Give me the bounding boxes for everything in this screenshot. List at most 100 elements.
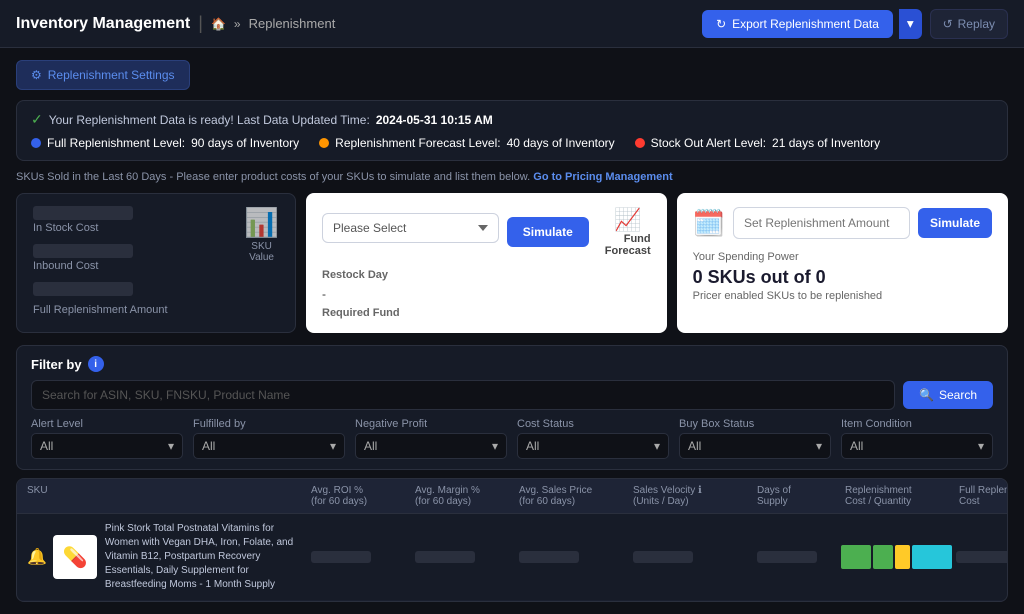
sku-value-label: SKUValue xyxy=(249,241,274,263)
sku-notice-text: SKUs Sold in the Last 60 Days - Please e… xyxy=(16,171,530,183)
negative-profit-select[interactable]: All▾ xyxy=(355,433,507,459)
bar-seg-1 xyxy=(841,545,871,569)
ready-text: Your Replenishment Data is ready! Last D… xyxy=(49,113,370,127)
full-rep-blurred xyxy=(33,282,133,296)
sales-velocity-value xyxy=(633,551,753,563)
replenishment-settings-button[interactable]: ⚙ Replenishment Settings xyxy=(16,60,190,90)
replay-icon: ↺ xyxy=(943,17,953,31)
product-image: 💊 xyxy=(53,535,97,579)
sku-value-badge: 📊 SKUValue xyxy=(244,206,279,263)
days-supply-value xyxy=(757,551,837,563)
stock-out-label: Stock Out Alert Level: xyxy=(651,136,766,150)
bell-icon: 🔔 xyxy=(27,547,47,567)
in-stock-cost-label: In Stock Cost xyxy=(33,222,279,234)
col-sales-velocity: Sales Velocity ℹ(Units / Day) xyxy=(633,485,753,507)
forecast-simulate-button[interactable]: Simulate xyxy=(507,217,589,247)
header-right: ↻ Export Replenishment Data ▾ ↺ Replay xyxy=(702,9,1008,39)
header: Inventory Management | 🏠 » Replenishment… xyxy=(0,0,1024,48)
data-ready-message: ✓ Your Replenishment Data is ready! Last… xyxy=(31,111,993,128)
refresh-icon: ↻ xyxy=(716,17,726,31)
fund-forecast-badge: 📈 FundForecast xyxy=(605,207,651,257)
bar-chart xyxy=(841,545,952,569)
item-condition-select[interactable]: All▾ xyxy=(841,433,993,459)
product-cell: 🔔 💊 Pink Stork Total Postnatal Vitamins … xyxy=(27,522,307,592)
rep-simulate-button[interactable]: Simulate xyxy=(918,208,992,238)
stock-out-level: Stock Out Alert Level: 21 days of Invent… xyxy=(635,136,880,150)
negative-profit-label: Negative Profit xyxy=(355,418,507,430)
forecast-info: Restock Day - Required Fund xyxy=(322,269,651,319)
replay-button[interactable]: ↺ Replay xyxy=(930,9,1008,39)
forecast-select[interactable]: Please Select xyxy=(322,213,499,243)
restock-day-value: - xyxy=(322,287,483,301)
col-full-rep-cost: Full ReplenishmentCost xyxy=(959,485,1008,507)
col-sku: SKU xyxy=(27,485,307,507)
search-button[interactable]: 🔍 Search xyxy=(903,381,993,409)
forecast-value: 40 days of Inventory xyxy=(507,136,615,150)
buy-box-filter: Buy Box Status All▾ xyxy=(679,418,831,459)
col-rep-cost: ReplenishmentCost / Quantity xyxy=(845,485,955,507)
blue-dot xyxy=(31,138,41,148)
fulfilled-by-filter: Fulfilled by All▾ xyxy=(193,418,345,459)
cost-status-label: Cost Status xyxy=(517,418,669,430)
cards-row: In Stock Cost Inbound Cost Full Replenis… xyxy=(16,193,1008,333)
fund-forecast-label: FundForecast xyxy=(605,233,651,257)
item-condition-filter: Item Condition All▾ xyxy=(841,418,993,459)
spending-power-label: Your Spending Power xyxy=(693,251,992,263)
home-icon[interactable]: 🏠 xyxy=(211,17,226,31)
sku-icon: 📊 xyxy=(244,206,279,239)
item-condition-label: Item Condition xyxy=(841,418,993,430)
filter-section: Filter by i 🔍 Search Alert Level All▾ Fu… xyxy=(16,345,1008,470)
search-icon: 🔍 xyxy=(919,388,934,402)
col-days-supply: Days ofSupply xyxy=(757,485,837,507)
fulfilled-by-label: Fulfilled by xyxy=(193,418,345,430)
header-divider: | xyxy=(198,13,203,34)
breadcrumb-page: Replenishment xyxy=(249,16,336,31)
cost-status-select[interactable]: All▾ xyxy=(517,433,669,459)
settings-label: Replenishment Settings xyxy=(48,68,175,82)
search-label: Search xyxy=(939,388,977,402)
sku-notice: SKUs Sold in the Last 60 Days - Please e… xyxy=(16,171,1008,183)
in-stock-cost-row: In Stock Cost xyxy=(33,206,279,234)
info-bar: ✓ Your Replenishment Data is ready! Last… xyxy=(16,100,1008,161)
table-row: 🔔 💊 Pink Stork Total Postnatal Vitamins … xyxy=(17,514,1007,601)
settings-icon: ⚙ xyxy=(31,68,42,82)
alert-level-filter: Alert Level All▾ xyxy=(31,418,183,459)
sales-price-value xyxy=(519,551,629,563)
replay-label: Replay xyxy=(958,17,995,31)
in-stock-cost-blurred xyxy=(33,206,133,220)
buy-box-select[interactable]: All▾ xyxy=(679,433,831,459)
bar-chart-cell xyxy=(841,545,952,569)
forecast-top: Please Select Simulate 📈 FundForecast xyxy=(322,207,651,257)
check-icon: ✓ xyxy=(31,111,43,128)
orange-dot xyxy=(319,138,329,148)
inbound-cost-label: Inbound Cost xyxy=(33,260,279,272)
red-dot xyxy=(635,138,645,148)
stock-out-value: 21 days of Inventory xyxy=(772,136,880,150)
alert-level-select[interactable]: All▾ xyxy=(31,433,183,459)
table-section: SKU Avg. ROI %(for 60 days) Avg. Margin … xyxy=(16,478,1008,602)
main-content: ⚙ Replenishment Settings ✓ Your Replenis… xyxy=(0,48,1024,614)
export-dropdown-button[interactable]: ▾ xyxy=(899,9,922,39)
forecast-label: Replenishment Forecast Level: xyxy=(335,136,500,150)
full-replenishment-level: Full Replenishment Level: 90 days of Inv… xyxy=(31,136,299,150)
app-title: Inventory Management xyxy=(16,15,190,33)
required-fund-label: Required Fund xyxy=(322,307,483,319)
header-left: Inventory Management | 🏠 » Replenishment xyxy=(16,13,335,34)
export-button[interactable]: ↻ Export Replenishment Data xyxy=(702,10,893,38)
replenishment-amount-input[interactable] xyxy=(733,207,910,239)
bar-seg-4 xyxy=(912,545,952,569)
inbound-cost-row: Inbound Cost xyxy=(33,244,279,272)
full-level-label: Full Replenishment Level: xyxy=(47,136,185,150)
fulfilled-by-select[interactable]: All▾ xyxy=(193,433,345,459)
search-input[interactable] xyxy=(31,380,895,410)
pricing-management-link[interactable]: Go to Pricing Management xyxy=(533,171,672,183)
full-rep-label: Full Replenishment Amount xyxy=(33,304,279,316)
full-rep-row: Full Replenishment Amount xyxy=(33,282,279,316)
updated-time: 2024-05-31 10:15 AM xyxy=(376,113,493,127)
pricer-label: Pricer enabled SKUs to be replenished xyxy=(693,290,992,302)
negative-profit-filter: Negative Profit All▾ xyxy=(355,418,507,459)
margin-value xyxy=(415,551,515,563)
search-row: 🔍 Search xyxy=(31,380,993,410)
bar-seg-2 xyxy=(873,545,893,569)
sku-count: 0 SKUs out of 0 xyxy=(693,267,992,288)
